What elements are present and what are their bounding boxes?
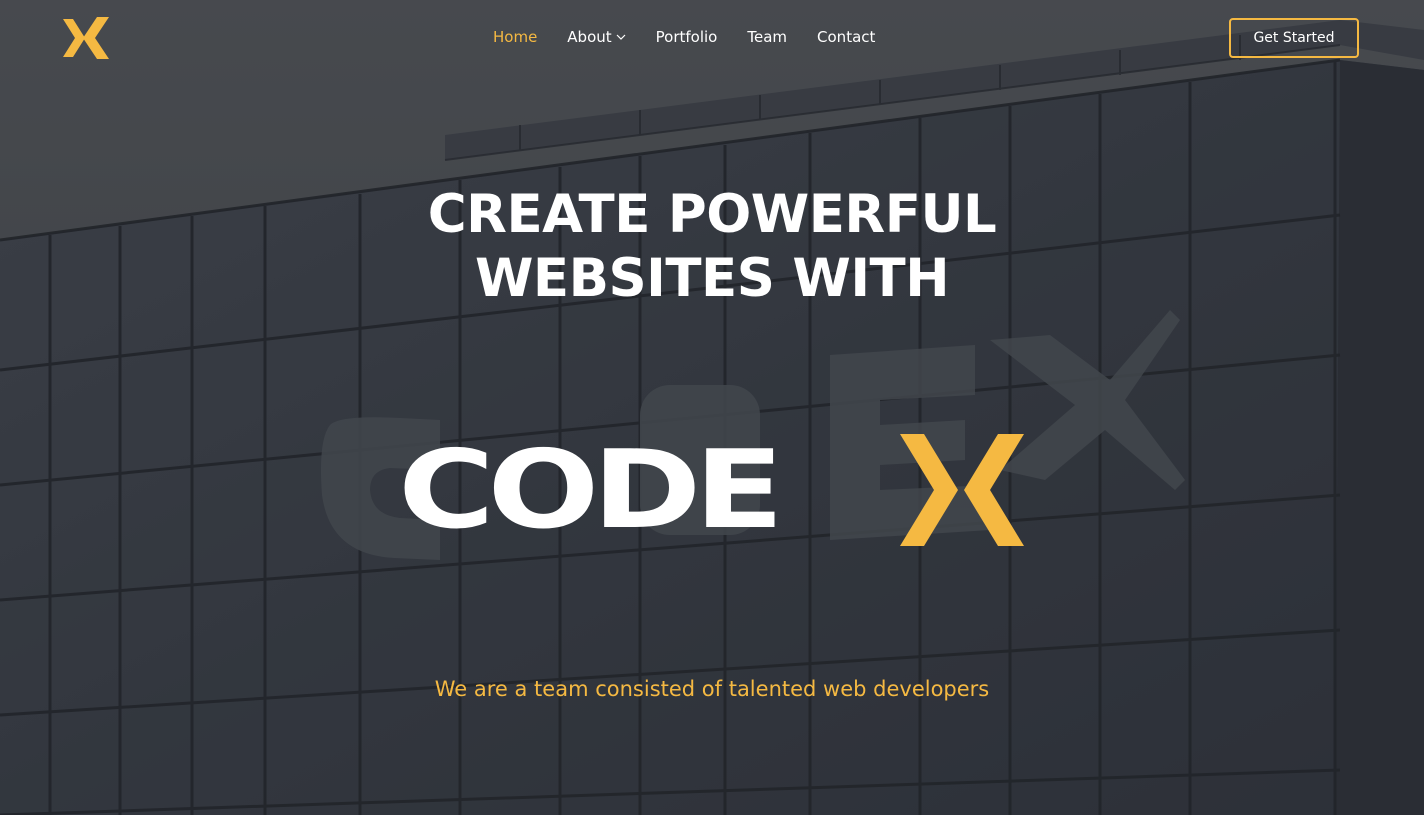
codex-brand-wordmark: CODE: [398, 427, 1028, 553]
brand-text: CODE: [398, 427, 784, 553]
nav-item-label: About: [567, 28, 612, 46]
hero-tagline: We are a team consisted of talented web …: [434, 677, 990, 701]
get-started-button[interactable]: Get Started: [1229, 18, 1359, 58]
headline-line-2: WEBSITES WITH: [474, 248, 950, 309]
nav-item-portfolio[interactable]: Portfolio: [656, 28, 718, 46]
main-navigation: Home About Portfolio Team Contact: [493, 28, 905, 46]
nav-item-contact[interactable]: Contact: [817, 28, 875, 46]
headline-line-1: CREATE POWERFUL: [427, 184, 997, 245]
nav-item-team[interactable]: Team: [747, 28, 787, 46]
codex-logo-icon[interactable]: [63, 17, 109, 59]
brand-x-icon: [900, 434, 1024, 546]
nav-item-about[interactable]: About: [567, 28, 626, 46]
hero-section: Home About Portfolio Team Contact Get St…: [0, 0, 1424, 815]
nav-item-label: Team: [747, 28, 788, 46]
nav-item-label: Home: [493, 28, 538, 46]
nav-item-label: Portfolio: [655, 28, 718, 46]
hero-headline: CREATE POWERFUL WEBSITES WITH: [0, 183, 1424, 311]
nav-item-label: Contact: [817, 28, 876, 46]
nav-item-home[interactable]: Home: [493, 28, 537, 46]
chevron-down-icon: [616, 34, 626, 40]
